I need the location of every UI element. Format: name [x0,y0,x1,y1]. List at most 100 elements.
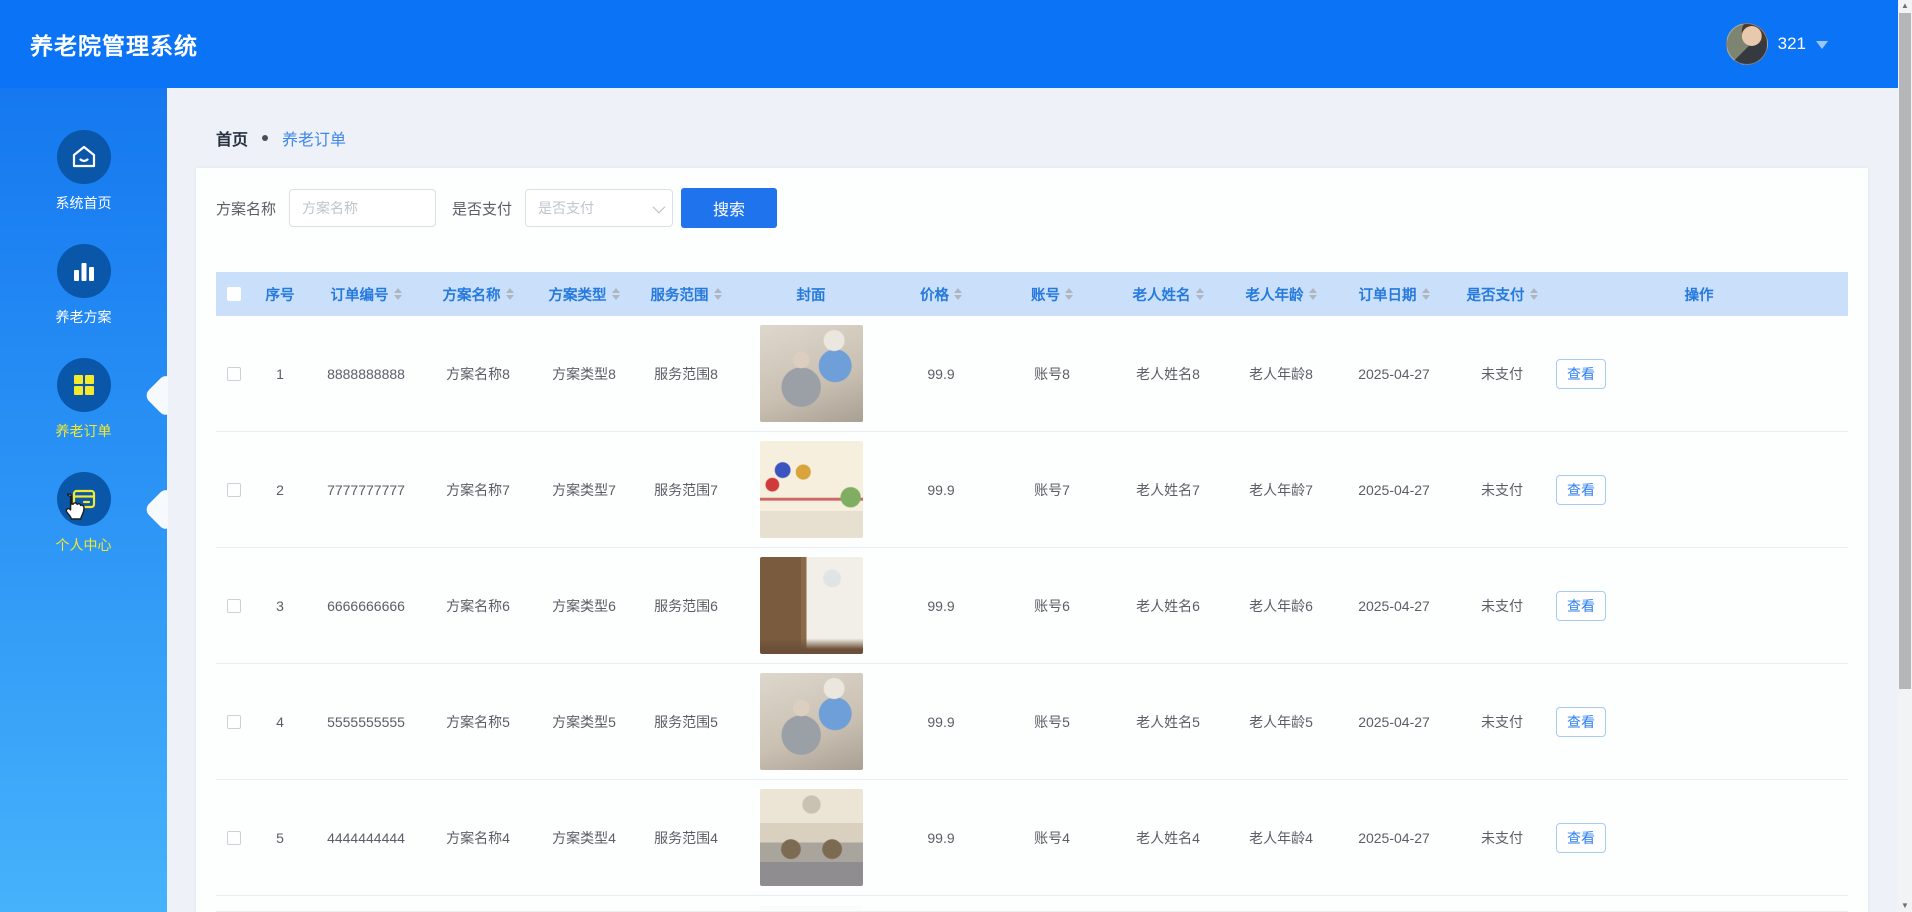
column-header-11[interactable]: 订单日期 [1334,284,1454,305]
cell-account: 账号7 [996,480,1108,500]
cell-service_scope: 服务范围5 [636,712,736,732]
sort-carets-icon[interactable] [714,288,722,300]
cell-order_date: 2025-04-27 [1334,830,1454,846]
cell-pay_status: 未支付 [1454,480,1550,500]
user-menu[interactable]: 321 [1726,0,1828,88]
sort-carets-icon[interactable] [1065,288,1073,300]
sort-carets-icon[interactable] [1196,288,1204,300]
cell-action: 查看 [1550,707,1848,737]
column-header-10[interactable]: 老人年龄 [1228,284,1334,305]
cell-service_scope: 服务范围4 [636,828,736,848]
view-button[interactable]: 查看 [1556,359,1606,389]
sidebar-item-1[interactable]: 系统首页 [0,114,167,228]
sidebar-item-3[interactable]: 养老订单 [0,342,167,456]
view-button[interactable]: 查看 [1556,823,1606,853]
cell-plan_name: 方案名称8 [424,364,532,384]
avatar[interactable] [1726,23,1768,65]
cell-price: 99.9 [886,366,996,382]
sort-carets-icon[interactable] [1422,288,1430,300]
cell-index: 4 [252,714,308,730]
column-header-2[interactable]: 订单编号 [308,284,424,305]
column-header-label: 封面 [797,284,826,305]
breadcrumb-home: 首页 [216,126,248,150]
scroll-up-arrow[interactable]: ▲ [1898,0,1912,12]
user-name: 321 [1778,34,1806,54]
cell-plan_name: 方案名称4 [424,828,532,848]
row-checkbox[interactable] [227,483,241,497]
pay-status-select[interactable]: 是否支付 [525,189,673,227]
table-row: 36666666666方案名称6方案类型6服务范围699.9账号6老人姓名6老人… [216,548,1848,664]
column-header-3[interactable]: 方案名称 [424,284,532,305]
cell-elder_age: 老人年龄6 [1228,596,1334,616]
cell-order_no: 6666666666 [308,598,424,614]
column-header-5[interactable]: 服务范围 [636,284,736,305]
grid-icon [57,358,111,412]
view-button[interactable]: 查看 [1556,707,1606,737]
cell-order_no: 7777777777 [308,482,424,498]
column-header-7[interactable]: 价格 [886,284,996,305]
sidebar-item-label: 个人中心 [56,535,112,555]
sort-carets-icon[interactable] [1309,288,1317,300]
chevron-down-icon[interactable] [1816,41,1828,49]
bar-chart-icon [57,244,111,298]
cell-order_no: 4444444444 [308,830,424,846]
table-row: 27777777777方案名称7方案类型7服务范围799.9账号7老人姓名7老人… [216,432,1848,548]
elderly-couple-photo [760,673,863,770]
plan-name-input[interactable] [289,189,436,227]
table-row: 18888888888方案名称8方案类型8服务范围899.9账号8老人姓名8老人… [216,316,1848,432]
column-header-label: 账号 [1031,284,1060,305]
select-all-checkbox[interactable] [227,287,241,301]
column-header-label: 服务范围 [651,284,709,305]
cell-service_scope: 服务范围7 [636,480,736,500]
sort-carets-icon[interactable] [954,288,962,300]
cell-elder_name: 老人姓名8 [1108,364,1228,384]
cell-order_date: 2025-04-27 [1334,598,1454,614]
cell-cover [736,325,886,422]
column-header-4[interactable]: 方案类型 [532,284,636,305]
elderly-couple-photo [760,325,863,422]
cell-order_date: 2025-04-27 [1334,366,1454,382]
view-button[interactable]: 查看 [1556,475,1606,505]
scrollbar[interactable]: ▲ ▼ [1898,0,1912,912]
column-header-12[interactable]: 是否支付 [1454,284,1550,305]
row-checkbox[interactable] [227,831,241,845]
cell-cover [736,557,886,654]
sidebar-item-4[interactable]: 个人中心 [0,456,167,570]
column-header-9[interactable]: 老人姓名 [1108,284,1228,305]
content-area: 首页 养老订单 方案名称 是否支付 是否支付 搜索 序号订单编号方案名称方案类型… [167,88,1898,912]
row-checkbox-cell [216,483,252,497]
sort-carets-icon[interactable] [394,288,402,300]
sort-carets-icon[interactable] [612,288,620,300]
table-body: 18888888888方案名称8方案类型8服务范围899.9账号8老人姓名8老人… [216,316,1848,912]
search-button[interactable]: 搜索 [681,188,777,228]
cell-plan_name: 方案名称7 [424,480,532,500]
sidebar-item-2[interactable]: 养老方案 [0,228,167,342]
view-button[interactable]: 查看 [1556,591,1606,621]
column-header-label: 订单编号 [331,284,389,305]
row-checkbox[interactable] [227,367,241,381]
cell-index: 2 [252,482,308,498]
table-row: 45555555555方案名称5方案类型5服务范围599.9账号5老人姓名5老人… [216,664,1848,780]
cell-index: 3 [252,598,308,614]
sort-carets-icon[interactable] [1530,288,1538,300]
card-icon [57,472,111,526]
column-header-label: 价格 [920,284,949,305]
row-checkbox-cell [216,831,252,845]
column-header-label: 操作 [1685,284,1714,305]
row-checkbox[interactable] [227,599,241,613]
garden-photo [760,906,863,912]
table-row: 54444444444方案名称4方案类型4服务范围499.9账号4老人姓名4老人… [216,780,1848,896]
breadcrumb-current-link[interactable]: 养老订单 [282,126,346,150]
pay-status-label: 是否支付 [452,198,512,219]
row-checkbox-cell [216,599,252,613]
orders-table: 序号订单编号方案名称方案类型服务范围封面价格账号老人姓名老人年龄订单日期是否支付… [216,272,1848,912]
scrollbar-thumb[interactable] [1899,13,1911,689]
row-checkbox[interactable] [227,715,241,729]
cell-order_date: 2025-04-27 [1334,714,1454,730]
column-header-6: 封面 [736,284,886,305]
scroll-down-arrow[interactable]: ▼ [1898,900,1912,912]
cell-order_no: 8888888888 [308,366,424,382]
column-header-8[interactable]: 账号 [996,284,1108,305]
sort-carets-icon[interactable] [506,288,514,300]
row-checkbox-cell [216,715,252,729]
